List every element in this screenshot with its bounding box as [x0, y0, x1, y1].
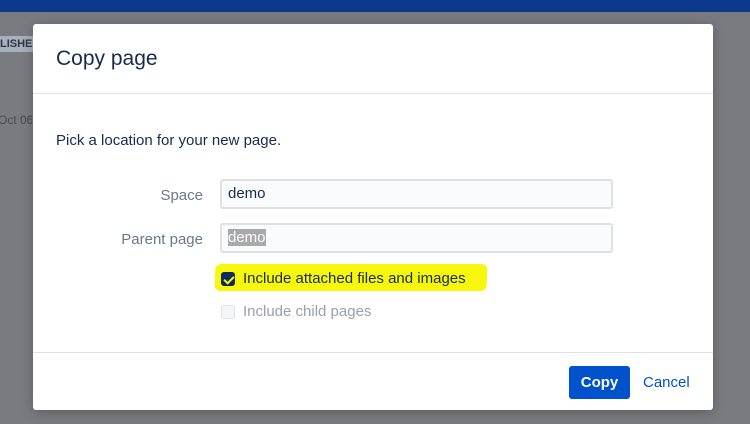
- top-navigation-bar: [0, 0, 750, 12]
- dialog-title: Copy page: [56, 47, 158, 70]
- include-child-pages-option: Include child pages: [221, 301, 521, 323]
- parent-page-input[interactable]: demo: [220, 223, 613, 253]
- include-attachments-checkbox[interactable]: [221, 272, 235, 286]
- copy-button[interactable]: Copy: [569, 366, 630, 399]
- dialog-header: Copy page: [33, 24, 713, 94]
- space-row: Space demo: [33, 179, 713, 211]
- status-badge: LISHE: [0, 36, 34, 52]
- space-label: Space: [160, 187, 203, 204]
- parent-page-row: Parent page demo: [33, 223, 713, 255]
- include-child-pages-checkbox: [221, 305, 235, 319]
- copy-page-dialog: Copy page Pick a location for your new p…: [33, 24, 713, 410]
- dialog-description: Pick a location for your new page.: [56, 132, 282, 149]
- include-child-pages-label: Include child pages: [243, 303, 372, 320]
- cancel-button[interactable]: Cancel: [643, 366, 690, 399]
- include-attachments-label[interactable]: Include attached files and images: [243, 270, 466, 288]
- space-input-value: demo: [228, 185, 266, 202]
- parent-page-input-value: demo: [228, 229, 266, 246]
- background-date: Oct 06: [0, 113, 32, 127]
- parent-page-label: Parent page: [121, 231, 203, 248]
- dialog-footer: Copy Cancel: [33, 352, 713, 410]
- space-input[interactable]: demo: [220, 179, 613, 209]
- include-attachments-option[interactable]: Include attached files and images: [221, 268, 521, 290]
